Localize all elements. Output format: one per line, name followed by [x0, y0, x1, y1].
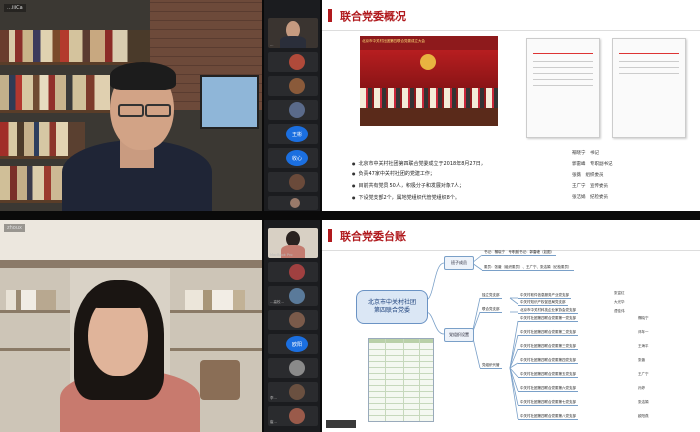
managed-leader: 邓年一: [638, 330, 649, 334]
committee-member: 郭雷峰 专职副书记: [572, 162, 613, 167]
managed-leader: 王海平: [638, 344, 649, 348]
ledger-spreadsheet: [368, 338, 434, 422]
branch-item: 北京市中关村科技企业家协会党支部: [518, 308, 578, 314]
managed-leader: 张洁娟: [638, 400, 649, 404]
sub-branch: 党组织代管: [480, 363, 502, 369]
slide-overview: 联合党委概况 北京市中关村社团第四联合党委成立大会 北京市中关村社团第四联合党委…: [322, 0, 700, 211]
overview-bullet: 下设党支部2个，属地党组织代管党组织8个。: [352, 194, 460, 201]
overview-bullet: 北京市中关村社团第四联合党委成立于2018年8月27日，: [352, 160, 486, 167]
managed-leader: 王广宁: [638, 372, 649, 376]
managed-leader: 欧阳燕: [638, 414, 649, 418]
participant-name-label: zhoux: [4, 224, 25, 232]
team-line: 书记：禤晓宁 专职副书记：郭雷峰（如图）: [482, 250, 556, 256]
avatar-badge: 欧阳: [286, 336, 308, 352]
branch-leader: 张富红: [614, 291, 625, 295]
managed-branch: 中关村社团第四联合党委第七党支部: [518, 400, 578, 406]
participant-thumb[interactable]: [268, 100, 318, 120]
sub-branch: 联合党支部: [480, 307, 502, 313]
participant-list-top[interactable]: … 王彬 收心: [264, 0, 320, 211]
monitor: [200, 75, 259, 129]
avatar-badge: 王彬: [286, 126, 308, 142]
title-accent: [328, 9, 332, 22]
managed-branch: 中关村社团第四联合党委第二党支部: [518, 330, 578, 336]
participant-name-label: …iiiCa: [4, 4, 26, 12]
managed-branch: 中关村社团第四联合党委第四党支部: [518, 358, 578, 364]
participant-thumb[interactable]: 欧阳: [268, 334, 318, 354]
participant-thumb[interactable]: 王彬: [268, 124, 318, 144]
sub-branch: 独立党支部: [480, 293, 502, 299]
managed-leader: 孙婷: [638, 386, 645, 390]
participant-thumb[interactable]: [268, 52, 318, 72]
mindmap-branch-team: 班子成员: [444, 256, 474, 270]
avatar-badge: 收心: [286, 150, 308, 166]
participant-thumb[interactable]: 李…: [268, 382, 318, 402]
managed-branch: 中关村社团第四联合党委第三党支部: [518, 344, 578, 350]
ceremony-photo: 北京市中关村社团第四联合党委成立大会: [360, 36, 498, 126]
participant-thumb[interactable]: …: [268, 18, 318, 48]
branch-leader: 谭佳伟: [614, 309, 625, 313]
participant-thumb[interactable]: 崔…: [268, 406, 318, 426]
main-video-top: …iiiCa: [0, 0, 262, 211]
slide-ledger: 联合党委台账 北京市中关村社团 第四联合党委 班子成员 党组织设置 书记：禤晓宁 …: [322, 220, 700, 432]
participant-thumb[interactable]: [268, 196, 318, 210]
slide-title: 联合党委概况: [340, 10, 406, 23]
mindmap-branch-org: 党组织设置: [444, 328, 474, 342]
managed-leader: 禤晓宁: [638, 316, 649, 320]
overview-bullet: 目前共有党员 50人，积极分子和发展对象7人；: [352, 182, 465, 189]
committee-member: 王广宁 宣传委员: [572, 184, 608, 189]
participant-thumb[interactable]: 收心: [268, 148, 318, 168]
participant-thumb[interactable]: [268, 262, 318, 282]
participant-thumb[interactable]: [268, 310, 318, 330]
committee-member: 张洁娟 纪检委员: [572, 195, 608, 200]
participant-thumb[interactable]: …高校…: [268, 286, 318, 306]
participant-thumb[interactable]: [268, 358, 318, 378]
committee-member: 禤晓宁 书记: [572, 151, 599, 156]
branch-item: 中关村知识产权促进局党支部: [518, 300, 568, 306]
committee-member: 张薇 组织委员: [572, 173, 604, 178]
managed-branch: 中关村社团第四联合党委第六党支部: [518, 386, 578, 392]
slide-footer-mark: [326, 420, 356, 428]
managed-branch: 中关村社团第四联合党委第一党支部: [518, 316, 578, 322]
team-line: 委员：张薇（组织委员）、王广宁、张洁娟（纪检委员）: [482, 265, 574, 271]
managed-leader: 张薇: [638, 358, 645, 362]
overview-bullet: 负责47家中关村社团的党建工作；: [352, 170, 435, 177]
document-image: [526, 38, 600, 138]
mindmap-root: 北京市中关村社团 第四联合党委: [356, 290, 428, 324]
banner-text: 北京市中关村社团第四联合党委成立大会: [362, 39, 425, 43]
main-video-bottom: zhoux: [0, 220, 262, 432]
document-image: [612, 38, 686, 138]
managed-branch: 中关村社团第四联合党委第八党支部: [518, 414, 578, 420]
participant-list-bottom[interactable]: MacBook Pro …高校… 欧阳 李… 崔…: [264, 220, 320, 432]
managed-branch: 中关村社团第四联合党委第五党支部: [518, 372, 578, 378]
participant-thumb[interactable]: MacBook Pro: [268, 228, 318, 258]
branch-leader: 大光华: [614, 300, 625, 304]
branch-item: 中关村软件信息服务产业党支部: [518, 293, 571, 299]
participant-thumb[interactable]: [268, 172, 318, 192]
participant-thumb[interactable]: [268, 76, 318, 96]
